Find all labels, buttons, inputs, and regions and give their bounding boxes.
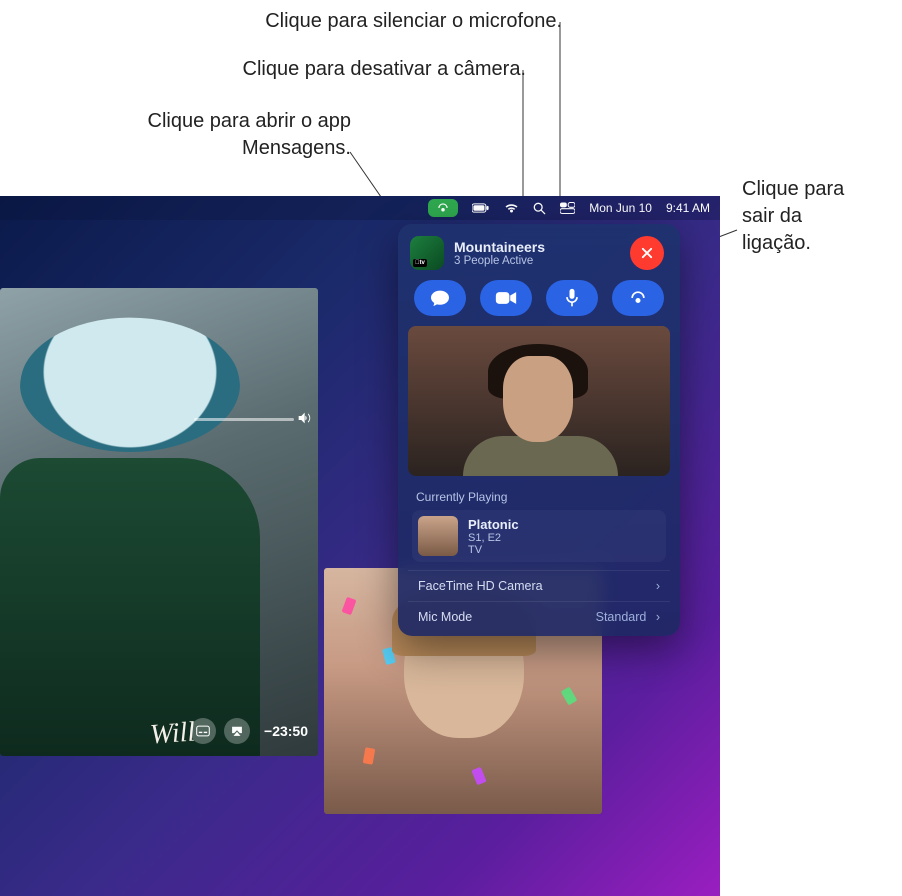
callout-leave: Clique para sair da ligação. bbox=[742, 176, 844, 257]
subtitles-icon[interactable] bbox=[190, 718, 216, 744]
leave-call-button[interactable] bbox=[630, 236, 664, 270]
volume-slider[interactable] bbox=[194, 418, 294, 421]
chevron-right-icon: › bbox=[656, 579, 660, 593]
callout-messages-line1: Clique para abrir o app bbox=[148, 110, 351, 132]
participant-image: Will bbox=[0, 288, 318, 756]
mic-mode-label: Mic Mode bbox=[418, 610, 472, 624]
callout-camera: Clique para desativar a câmera. bbox=[243, 56, 526, 83]
video-footer: −23:50 bbox=[0, 706, 318, 756]
battery-icon bbox=[472, 203, 490, 213]
group-subtitle: 3 People Active bbox=[454, 255, 545, 267]
camera-toggle-button[interactable] bbox=[480, 280, 532, 316]
close-icon bbox=[640, 246, 654, 260]
callout-leave-line1: Clique para bbox=[742, 178, 844, 200]
shareplay-icon bbox=[628, 289, 648, 307]
group-avatar: tv bbox=[410, 236, 444, 270]
volume-icon[interactable] bbox=[296, 410, 312, 426]
mic-toggle-button[interactable] bbox=[546, 280, 598, 316]
menubar-date: Mon Jun 10 bbox=[589, 201, 652, 215]
now-playing-source: TV bbox=[468, 544, 519, 556]
self-preview[interactable] bbox=[408, 326, 670, 476]
video-camera-icon bbox=[495, 290, 517, 306]
shareplay-status-icon[interactable] bbox=[428, 199, 458, 217]
now-playing-card[interactable]: Platonic S1, E2 TV bbox=[412, 510, 666, 562]
now-playing-thumbnail bbox=[418, 516, 458, 556]
screenshot-frame: Mon Jun 10 9:41 AM Will −23:50 bbox=[0, 196, 720, 896]
control-buttons-row bbox=[408, 280, 670, 326]
panel-header: tv Mountaineers 3 People Active bbox=[408, 234, 670, 280]
video-tile-main[interactable]: Will −23:50 bbox=[0, 288, 318, 756]
group-name: Mountaineers bbox=[454, 239, 545, 255]
shareplay-panel: tv Mountaineers 3 People Active bbox=[398, 224, 680, 636]
airplay-icon[interactable] bbox=[224, 718, 250, 744]
now-playing-title: Platonic bbox=[468, 517, 519, 532]
mic-mode-row[interactable]: Mic Mode Standard › bbox=[408, 601, 670, 632]
callout-mic: Clique para silenciar o microfone. bbox=[265, 8, 562, 35]
search-icon[interactable] bbox=[533, 202, 546, 215]
time-remaining: −23:50 bbox=[264, 723, 308, 739]
messages-icon bbox=[430, 289, 450, 307]
menubar-time: 9:41 AM bbox=[666, 201, 710, 215]
menubar: Mon Jun 10 9:41 AM bbox=[0, 196, 720, 220]
avatar-tag: tv bbox=[413, 259, 427, 267]
callout-messages: Clique para abrir o app Mensagens. bbox=[148, 108, 351, 162]
chevron-right-icon: › bbox=[656, 610, 660, 624]
now-playing-episode: S1, E2 bbox=[468, 532, 519, 544]
microphone-icon bbox=[565, 288, 579, 308]
callout-leave-line2: sair da bbox=[742, 205, 802, 227]
camera-select-row[interactable]: FaceTime HD Camera › bbox=[408, 570, 670, 601]
wifi-icon bbox=[504, 202, 519, 214]
messages-button[interactable] bbox=[414, 280, 466, 316]
callout-messages-line2: Mensagens. bbox=[242, 137, 351, 159]
camera-select-label: FaceTime HD Camera bbox=[418, 579, 543, 593]
callout-leave-line3: ligação. bbox=[742, 232, 811, 254]
shareplay-button[interactable] bbox=[612, 280, 664, 316]
control-center-icon[interactable] bbox=[560, 202, 575, 214]
mic-mode-value: Standard bbox=[596, 610, 647, 624]
currently-playing-label: Currently Playing bbox=[408, 484, 670, 510]
